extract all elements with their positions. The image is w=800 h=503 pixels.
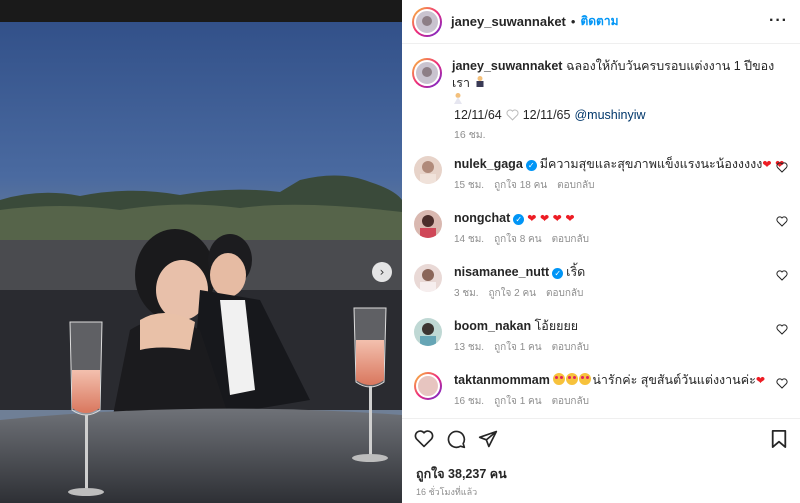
like-comment-icon[interactable]: [776, 378, 788, 389]
like-count[interactable]: ถูกใจ 38,237 คน: [416, 464, 507, 484]
comment-text: มีความสุขและสุขภาพแข็งแรงนะน้องงงงง: [539, 157, 763, 171]
comment-likes[interactable]: ถูกใจ 2 คน: [489, 286, 537, 301]
post-photo[interactable]: ›: [0, 0, 402, 503]
commenter-username[interactable]: nisamanee_nutt: [454, 265, 549, 279]
verified-badge-icon: ✓: [525, 160, 537, 171]
reply-button[interactable]: ตอบกลับ: [552, 394, 589, 409]
comment-likes[interactable]: ถูกใจ 18 คน: [494, 178, 547, 193]
comment-time: 14 ชม.: [454, 234, 485, 245]
commenter-avatar[interactable]: [414, 372, 442, 400]
comment-icon[interactable]: [446, 429, 466, 449]
like-comment-icon[interactable]: [776, 162, 788, 173]
like-comment-icon[interactable]: [776, 324, 788, 335]
commenter-avatar[interactable]: [414, 264, 442, 292]
reply-button[interactable]: ตอบกลับ: [557, 178, 594, 193]
save-bookmark-icon[interactable]: [770, 429, 788, 449]
comment-item: nongchat ✓ ❤ ❤ ❤ ❤ 14 ชม. ถูกใจ 8 คน ตอบกล…: [412, 210, 790, 260]
comment-text: น่ารักค่ะ สุขสันต์วันแต่งงานค่ะ: [592, 373, 756, 387]
white-heart-icon: [506, 109, 519, 121]
comment-time: 3 ชม.: [454, 288, 479, 299]
like-comment-icon[interactable]: [776, 216, 788, 227]
reply-button[interactable]: ตอบกลับ: [546, 286, 583, 301]
comment-time: 15 ชม.: [454, 180, 485, 191]
commenter-username[interactable]: nulek_gaga: [454, 157, 523, 171]
comment-likes[interactable]: ถูกใจ 1 คน: [494, 340, 542, 355]
reply-button[interactable]: ตอบกลับ: [552, 232, 589, 247]
heart-eyes-emoji-icon: [553, 373, 566, 385]
commenter-username[interactable]: nongchat: [454, 211, 510, 225]
comment-hearts: ❤ ❤ ❤ ❤: [527, 212, 575, 225]
commenter-username[interactable]: taktanmommam: [454, 373, 550, 387]
post-details-panel: janey_suwannaket • ติดตาม ··· janey_suwa…: [402, 0, 800, 503]
comment-item: boom_nakan โอ้ยยยย 13 ชม. ถูกใจ 1 คน ตอบ…: [412, 318, 790, 368]
comment-text: เริ้ด: [566, 265, 586, 279]
like-comment-icon[interactable]: [776, 270, 788, 281]
photo-scene: [0, 0, 402, 503]
caption-author-avatar[interactable]: [412, 58, 442, 88]
comments-list[interactable]: janey_suwannaket ฉลองให้กับวันครบรอบแต่ง…: [402, 44, 800, 418]
next-photo-button[interactable]: ›: [372, 262, 392, 282]
separator-dot: •: [570, 14, 576, 29]
verified-badge-icon: ✓: [513, 214, 525, 225]
caption-time: 16 ชม.: [454, 129, 486, 141]
verified-badge-icon: ✓: [552, 268, 564, 279]
post-header: janey_suwannaket • ติดตาม ···: [402, 0, 800, 44]
date-to: 12/11/65: [522, 108, 571, 122]
share-icon[interactable]: [478, 429, 498, 449]
heart-eyes-emoji-icon: [579, 373, 592, 385]
commenter-avatar[interactable]: [414, 210, 442, 238]
commenter-avatar[interactable]: [414, 318, 442, 346]
comment-item: nisamanee_nutt ✓ เริ้ด 3 ชม. ถูกใจ 2 คน ตอ…: [412, 264, 790, 314]
more-icon[interactable]: ···: [769, 12, 788, 30]
comment-likes[interactable]: ถูกใจ 1 คน: [494, 394, 542, 409]
post-caption: janey_suwannaket ฉลองให้กับวันครบรอบแต่ง…: [412, 58, 790, 109]
caption-dates: 12/11/64 12/11/65 @mushinyiw: [454, 108, 646, 122]
comment-hearts: ❤: [755, 374, 766, 387]
comment-time: 16 ชม.: [454, 396, 485, 407]
mention-link[interactable]: @mushinyiw: [574, 108, 645, 122]
commenter-avatar[interactable]: [414, 156, 442, 184]
heart-eyes-emoji-icon: [566, 373, 579, 385]
commenter-username[interactable]: boom_nakan: [454, 319, 531, 333]
comment-likes[interactable]: ถูกใจ 8 คน: [494, 232, 542, 247]
reply-button[interactable]: ตอบกลับ: [552, 340, 589, 355]
like-icon[interactable]: [414, 429, 434, 448]
groom-emoji-icon: [476, 76, 483, 87]
comment-item: taktanmommam น่ารักค่ะ สุขสันต์วันแต่งงา…: [412, 372, 790, 418]
caption-author-username[interactable]: janey_suwannaket: [452, 59, 562, 73]
date-from: 12/11/64: [454, 108, 502, 122]
comment-text: โอ้ยยยย: [534, 319, 579, 333]
comment-time: 13 ชม.: [454, 342, 485, 353]
author-avatar[interactable]: [412, 6, 442, 37]
follow-button[interactable]: ติดตาม: [580, 12, 618, 31]
post-actions: ถูกใจ 38,237 คน 16 ชั่วโมงที่แล้ว: [402, 418, 800, 503]
post-timestamp: 16 ชั่วโมงที่แล้ว: [416, 487, 478, 497]
comment-item: nulek_gaga ✓ มีความสุขและสุขภาพแข็งแรงนะน้…: [412, 156, 790, 206]
bride-emoji-icon: [454, 93, 462, 104]
author-username[interactable]: janey_suwannaket: [451, 14, 566, 29]
